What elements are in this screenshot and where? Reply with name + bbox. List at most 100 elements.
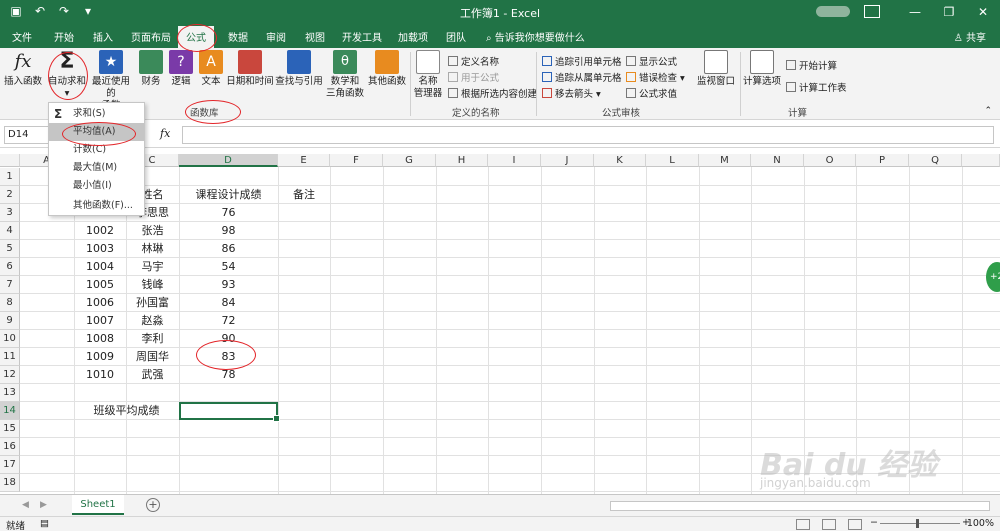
cell-name[interactable]: 赵淼 [126,312,179,330]
datetime-button[interactable]: 日期和时间 [226,50,274,88]
define-name-button[interactable]: 定义名称 [448,54,499,68]
cell-score[interactable]: 98 [179,222,278,240]
tab-addins[interactable]: 加载项 [398,29,428,44]
minimize-icon[interactable]: — [898,0,932,24]
cell-name[interactable]: 周国华 [126,348,179,366]
calculate-sheet-button[interactable]: 计算工作表 [786,80,847,94]
cell-score[interactable]: 90 [179,330,278,348]
menu-item-sum[interactable]: Σ 求和(S) [49,105,144,123]
tab-insert[interactable]: 插入 [93,29,113,44]
show-formulas-button[interactable]: 显示公式 [626,54,677,68]
zoom-out-icon[interactable]: − [870,517,878,528]
restore-icon[interactable]: ❐ [932,0,966,24]
cell-score[interactable]: 93 [179,276,278,294]
error-checking-button[interactable]: 错误检查 ▾ [626,70,685,84]
cell-header-score[interactable]: 课程设计成绩 [179,186,278,204]
cell-score[interactable]: 78 [179,366,278,384]
tab-data[interactable]: 数据 [228,29,248,44]
column-header[interactable]: F [330,154,383,167]
column-header[interactable]: N [751,154,804,167]
cell-id[interactable]: 1006 [74,294,126,312]
column-header[interactable]: G [383,154,436,167]
add-sheet-icon[interactable]: + [146,498,160,512]
row-header[interactable]: 10 [0,330,20,348]
cell-id[interactable]: 1010 [74,366,126,384]
formula-input[interactable] [182,126,994,144]
cell-id[interactable]: 1002 [74,222,126,240]
tell-me-box[interactable]: ⌕ 告诉我你想要做什么 [486,29,585,44]
trace-precedents-button[interactable]: 追踪引用单元格 [542,54,622,68]
zoom-slider-thumb[interactable] [916,519,919,528]
column-header[interactable]: Q [909,154,962,167]
cell-name[interactable]: 马宇 [126,258,179,276]
collapse-ribbon-icon[interactable]: ⌃ [984,106,992,116]
row-header[interactable]: 12 [0,366,20,384]
autosum-button[interactable]: Σ 自动求和 ▾ [46,50,88,100]
row-header[interactable]: 15 [0,420,20,438]
menu-item-count[interactable]: 计数(C) [49,141,144,159]
row-header[interactable]: 18 [0,474,20,492]
financial-button[interactable]: 财务 [136,50,166,88]
row-header[interactable]: 17 [0,456,20,474]
row-header[interactable]: 5 [0,240,20,258]
evaluate-formula-button[interactable]: 公式求值 [626,86,677,100]
use-in-formula-button[interactable]: 用于公式 [448,70,499,84]
sheet-tab-sheet1[interactable]: Sheet1 [72,495,124,515]
user-account-blurred[interactable] [816,6,850,17]
column-header[interactable]: H [436,154,488,167]
row-header[interactable]: 1 [0,168,20,186]
cell-id[interactable]: 1004 [74,258,126,276]
cell-score[interactable]: 83 [179,348,278,366]
menu-item-min[interactable]: 最小值(I) [49,177,144,195]
tab-home[interactable]: 开始 [54,29,74,44]
cell-id[interactable]: 1008 [74,330,126,348]
tab-developer[interactable]: 开发工具 [342,29,382,44]
name-manager-button[interactable]: 名称 管理器 [412,50,444,100]
row-header[interactable]: 13 [0,384,20,402]
menu-item-max[interactable]: 最大值(M) [49,159,144,177]
text-button[interactable]: A 文本 [198,50,224,88]
zoom-level[interactable]: 100% [967,518,994,529]
row-header[interactable]: 16 [0,438,20,456]
row-header[interactable]: 3 [0,204,20,222]
row-header-selected[interactable]: 14 [0,402,20,420]
row-header[interactable]: 6 [0,258,20,276]
cell-id[interactable]: 1003 [74,240,126,258]
cell-score[interactable]: 54 [179,258,278,276]
cell-header-note[interactable]: 备注 [278,186,330,204]
tab-page-layout[interactable]: 页面布局 [131,29,171,44]
column-header[interactable]: P [856,154,909,167]
cell-score[interactable]: 84 [179,294,278,312]
more-functions-button[interactable]: 其他函数 [366,50,408,88]
cell-id[interactable]: 1007 [74,312,126,330]
cell-score[interactable]: 76 [179,204,278,222]
tab-team[interactable]: 团队 [446,29,466,44]
tab-view[interactable]: 视图 [305,29,325,44]
scroll-left-icon[interactable]: ◀ [22,500,29,510]
horizontal-scrollbar[interactable] [610,501,990,511]
row-header[interactable]: 8 [0,294,20,312]
cell-name[interactable]: 李利 [126,330,179,348]
column-header[interactable]: O [804,154,856,167]
tab-review[interactable]: 审阅 [266,29,286,44]
macro-record-icon[interactable]: ▤ [40,518,49,529]
cell-average-label[interactable]: 班级平均成绩 [74,402,179,420]
row-header[interactable]: 4 [0,222,20,240]
cell-name[interactable]: 钱峰 [126,276,179,294]
math-trig-button[interactable]: θ 数学和 三角函数 [324,50,366,100]
row-header[interactable]: 9 [0,312,20,330]
cell-name[interactable]: 张浩 [126,222,179,240]
cell-id[interactable]: 1005 [74,276,126,294]
zoom-slider[interactable] [880,523,960,524]
page-layout-view-icon[interactable] [822,519,836,530]
share-button[interactable]: ♙ 共享 [954,29,986,44]
column-header[interactable]: M [699,154,751,167]
ribbon-display-options-icon[interactable] [864,5,880,18]
watch-window-button[interactable]: 监视窗口 [694,50,738,88]
column-header[interactable] [962,154,1000,167]
trace-dependents-button[interactable]: 追踪从属单元格 [542,70,622,84]
create-from-selection-button[interactable]: 根据所选内容创建 [448,86,537,100]
active-cell-d14[interactable] [179,402,280,422]
scroll-right-icon[interactable]: ▶ [40,500,47,510]
row-header[interactable]: 2 [0,186,20,204]
